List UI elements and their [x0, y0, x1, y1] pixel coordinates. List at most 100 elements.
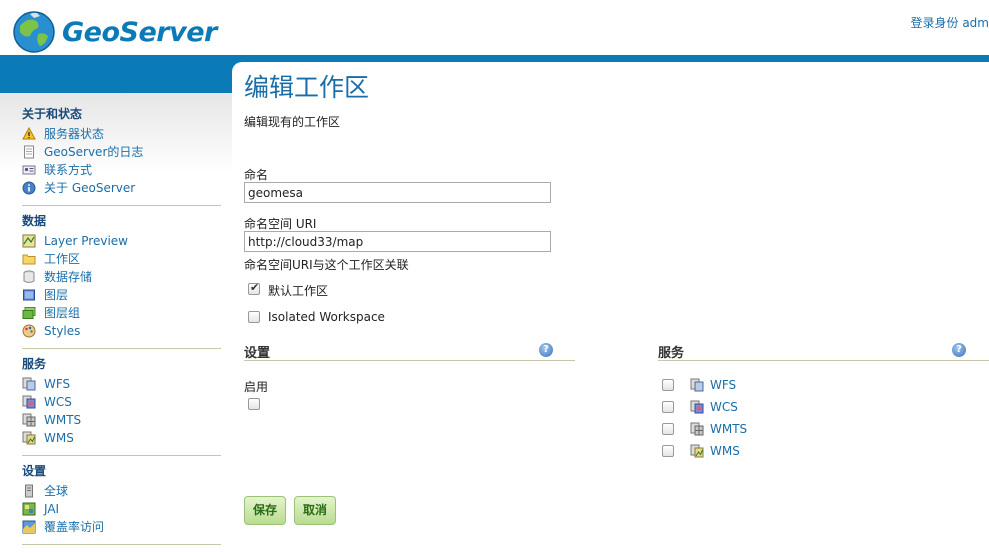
service-row: WMTS [662, 420, 747, 438]
layer-group-icon [22, 306, 36, 320]
sidebar-item[interactable]: 联系方式 [22, 161, 221, 179]
sidebar-section-heading: 数据 [22, 214, 47, 228]
sidebar-section-heading: 关于和状态 [22, 107, 83, 121]
settings-help-icon[interactable]: ? [539, 343, 553, 357]
sidebar-item-label: WMS [44, 431, 74, 445]
service-checkbox[interactable] [662, 423, 674, 435]
sidebar-item-label: 联系方式 [44, 163, 93, 177]
service-label[interactable]: WFS [710, 378, 736, 392]
map-preview-icon [22, 234, 36, 248]
sidebar-item[interactable]: 工作区 [22, 250, 221, 268]
services-help-icon[interactable]: ? [952, 343, 966, 357]
sidebar-item-label: 关于 GeoServer [44, 181, 136, 195]
sidebar-item-label: GeoServer的日志 [44, 145, 144, 159]
service-row: WFS [662, 376, 736, 394]
jai-icon [22, 502, 36, 516]
coverage-icon [22, 520, 36, 534]
isolated-workspace-checkbox[interactable] [248, 311, 260, 323]
wms-icon [690, 444, 704, 458]
service-checkbox[interactable] [662, 445, 674, 457]
sidebar-item[interactable]: 数据存储 [22, 268, 221, 286]
sidebar-item[interactable]: WCS [22, 393, 221, 411]
name-field[interactable] [244, 182, 551, 203]
sidebar-item-label: 服务器状态 [44, 127, 105, 141]
sidebar-item-label: 覆盖率访问 [44, 520, 105, 534]
services-divider [658, 360, 989, 361]
wfs-icon [690, 378, 704, 392]
sidebar-item-label: JAI [44, 502, 60, 516]
sidebar-item-label: 全球 [44, 484, 69, 498]
service-checkbox[interactable] [662, 379, 674, 391]
sidebar-item-label: 图层 [44, 288, 69, 302]
namespace-uri-hint: 命名空间URI与这个工作区关联 [244, 258, 409, 272]
page-description: 编辑现有的工作区 [244, 115, 341, 129]
logo-text: GeoServer [62, 16, 217, 48]
sidebar-item-label: WMTS [44, 413, 82, 427]
header: GeoServer 登录身份 adm [0, 0, 989, 55]
folder-icon [22, 252, 36, 266]
enabled-checkbox[interactable] [248, 398, 260, 410]
isolated-workspace-label: Isolated Workspace [268, 310, 385, 324]
namespace-uri-field[interactable] [244, 231, 551, 252]
settings-section-title: 设置 [244, 346, 271, 361]
login-status[interactable]: 登录身份 adm [911, 14, 989, 31]
sidebar-section: 服务 WFS WCS WMTS WMS [22, 355, 221, 456]
sidebar-item-label: 数据存储 [44, 270, 93, 284]
service-row: WCS [662, 398, 738, 416]
page-title: 编辑工作区 [244, 73, 370, 102]
service-checkbox[interactable] [662, 401, 674, 413]
sidebar-item-label: Styles [44, 324, 81, 338]
sidebar-item-label: WCS [44, 395, 72, 409]
services-section-title: 服务 [658, 346, 685, 361]
sidebar-item[interactable]: 服务器状态 [22, 125, 221, 143]
wmts-icon [22, 413, 36, 427]
wmts-icon [690, 422, 704, 436]
service-label[interactable]: WMS [710, 444, 740, 458]
wcs-icon [690, 400, 704, 414]
document-icon [22, 145, 36, 159]
sidebar-item-label: 工作区 [44, 252, 81, 266]
save-button[interactable]: 保存 [244, 496, 286, 525]
sidebar-item[interactable]: 全球 [22, 482, 221, 500]
service-label[interactable]: WCS [710, 400, 738, 414]
database-icon [22, 270, 36, 284]
settings-divider [244, 360, 575, 361]
sidebar-item[interactable]: 关于 GeoServer [22, 179, 221, 197]
sidebar-section: 设置全球 JAI 覆盖率访问 [22, 462, 221, 545]
sidebar-section-heading: 设置 [22, 464, 47, 478]
service-row: WMS [662, 442, 740, 460]
sidebar-item[interactable]: 覆盖率访问 [22, 518, 221, 536]
sidebar-item[interactable]: WFS [22, 375, 221, 393]
sidebar-item[interactable]: JAI [22, 500, 221, 518]
wms-icon [22, 431, 36, 445]
sidebar-item[interactable]: Layer Preview [22, 232, 221, 250]
cancel-button[interactable]: 取消 [294, 496, 336, 525]
sidebar-item-label: WFS [44, 377, 71, 391]
service-label[interactable]: WMTS [710, 422, 747, 436]
sidebar: 关于和状态服务器状态 GeoServer的日志 联系方式关于 GeoServer 数据… [0, 93, 232, 553]
namespace-uri-label: 命名空间 URI [244, 217, 317, 231]
name-label: 命名 [244, 168, 269, 182]
wcs-icon [22, 395, 36, 409]
default-workspace-label: 默认工作区 [268, 284, 329, 298]
sidebar-item[interactable]: GeoServer的日志 [22, 143, 221, 161]
info-icon [22, 181, 36, 195]
layer-icon [22, 288, 36, 302]
sidebar-section-heading: 服务 [22, 357, 47, 371]
main-panel: 编辑工作区 编辑现有的工作区 命名 命名空间 URI 命名空间URI与这个工作区… [232, 62, 989, 553]
globe-logo-icon [13, 11, 55, 53]
sidebar-item[interactable]: Styles [22, 322, 221, 340]
server-icon [22, 484, 36, 498]
sidebar-item-label: Layer Preview [44, 234, 128, 248]
sidebar-item[interactable]: WMS [22, 429, 221, 447]
warning-icon [22, 126, 36, 141]
default-workspace-checkbox[interactable] [248, 281, 260, 295]
sidebar-item-label: 图层组 [44, 306, 81, 320]
sidebar-item[interactable]: 图层 [22, 286, 221, 304]
sidebar-item[interactable]: WMTS [22, 411, 221, 429]
geoserver-logo[interactable]: GeoServer [10, 8, 217, 56]
sidebar-item[interactable]: 图层组 [22, 304, 221, 322]
contact-card-icon [22, 163, 36, 177]
enabled-label: 启用 [244, 380, 269, 394]
sidebar-section: 关于和状态服务器状态 GeoServer的日志 联系方式关于 GeoServer [22, 105, 221, 206]
